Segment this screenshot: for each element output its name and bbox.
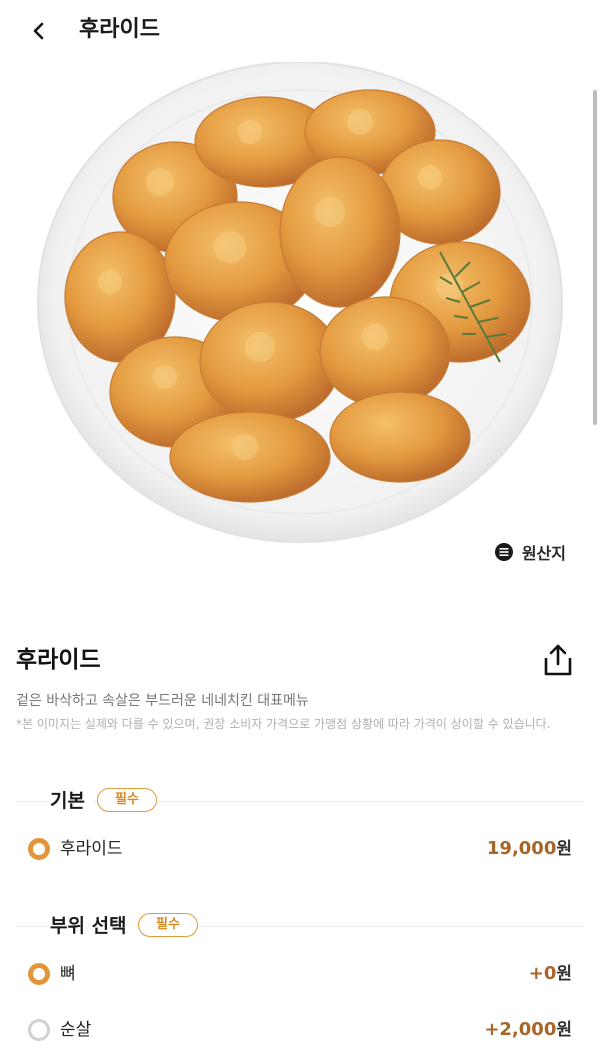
scrollbar[interactable] xyxy=(593,90,597,425)
fried-chicken-image xyxy=(37,61,563,543)
option-label: 순살 xyxy=(60,1020,92,1040)
price-disclaimer: *본 이미지는 실제와 다를 수 있으며, 권장 소비자 가격으로 가맹점 상황… xyxy=(16,717,551,731)
product-image xyxy=(0,61,600,582)
option-price: +0원 xyxy=(528,963,572,984)
radio-selected[interactable] xyxy=(28,838,50,860)
option-price: 19,000원 xyxy=(486,838,572,859)
section-basic-header: 기본 필수 xyxy=(16,786,584,816)
origin-button[interactable]: 원산지 xyxy=(494,540,566,564)
option-fried[interactable]: 후라이드 19,000원 xyxy=(16,831,584,867)
option-label: 후라이드 xyxy=(60,839,123,859)
section-title: 기본 xyxy=(50,786,93,816)
option-label: 뼈 xyxy=(60,964,76,984)
app-header: 후라이드 xyxy=(0,0,600,62)
option-bone[interactable]: 뼈 +0원 xyxy=(16,956,584,992)
list-circle-icon xyxy=(494,543,513,561)
required-badge: 필수 xyxy=(138,913,198,937)
page-title: 후라이드 xyxy=(79,17,160,42)
chevron-left-icon xyxy=(33,22,44,40)
share-icon xyxy=(544,644,572,676)
option-boneless[interactable]: 순살 +2,000원 xyxy=(16,1012,584,1048)
back-button[interactable] xyxy=(22,14,56,48)
origin-label: 원산지 xyxy=(521,544,566,563)
share-button[interactable] xyxy=(542,643,574,677)
option-price: +2,000원 xyxy=(484,1019,572,1040)
product-description: 겉은 바삭하고 속살은 부드러운 네네치킨 대표메뉴 xyxy=(16,693,309,709)
section-part-header: 부위 선택 필수 xyxy=(16,911,584,941)
section-title: 부위 선택 xyxy=(50,911,135,941)
radio-unselected[interactable] xyxy=(28,1019,50,1041)
product-name: 후라이드 xyxy=(16,647,101,673)
radio-selected[interactable] xyxy=(28,963,50,985)
required-badge: 필수 xyxy=(97,788,157,812)
